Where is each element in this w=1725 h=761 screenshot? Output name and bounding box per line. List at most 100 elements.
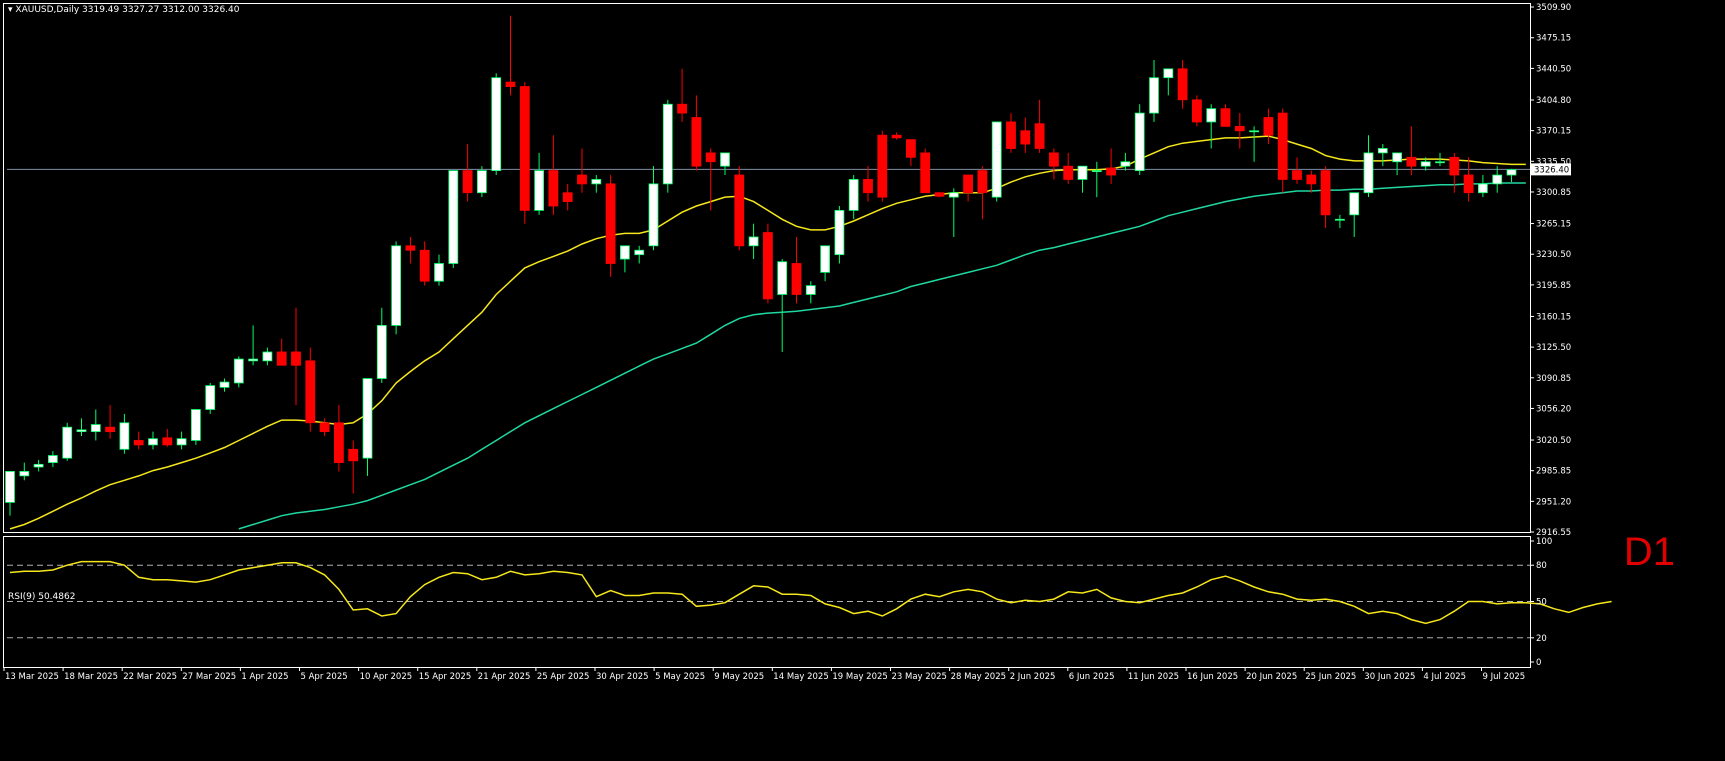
candle bbox=[763, 223, 773, 304]
candle-body bbox=[462, 170, 473, 194]
candle-body bbox=[119, 422, 130, 450]
candle-body bbox=[1034, 123, 1045, 149]
candle bbox=[233, 356, 244, 388]
candle bbox=[62, 422, 73, 461]
price-tick-label: 3056.20 bbox=[1536, 404, 1571, 414]
price-tick-label: 3160.15 bbox=[1536, 312, 1571, 322]
candle-body bbox=[1506, 169, 1517, 176]
date-tick-label: 18 Mar 2025 bbox=[64, 672, 118, 682]
candle-body bbox=[863, 179, 873, 194]
candle-body bbox=[434, 263, 444, 282]
candle-body bbox=[176, 438, 187, 446]
price-chart[interactable]: 3509.903475.153440.503404.803370.153335.… bbox=[0, 0, 1725, 757]
price-tick-label: 2985.85 bbox=[1536, 467, 1571, 477]
candle-body bbox=[591, 179, 602, 185]
rsi-tick-label: 50 bbox=[1536, 598, 1547, 608]
date-tick-label: 15 Apr 2025 bbox=[419, 672, 472, 682]
candle-body bbox=[1163, 68, 1174, 79]
candle-body bbox=[720, 152, 730, 167]
candle bbox=[491, 73, 502, 176]
candle-body bbox=[620, 245, 630, 260]
candle-body bbox=[906, 139, 916, 158]
candle-body bbox=[1420, 161, 1431, 167]
candle-body bbox=[1463, 174, 1474, 194]
candle-body bbox=[1006, 121, 1016, 149]
candle-body bbox=[233, 358, 244, 384]
candle bbox=[734, 166, 745, 251]
candle-body bbox=[1435, 161, 1445, 164]
price-tick-label: 3300.85 bbox=[1536, 188, 1571, 198]
candle-body bbox=[391, 245, 402, 326]
candle-body bbox=[1306, 174, 1317, 185]
price-tick-label: 3195.85 bbox=[1536, 281, 1571, 291]
price-tick-label: 3404.80 bbox=[1536, 96, 1571, 106]
candle-body bbox=[1377, 148, 1388, 154]
candle bbox=[605, 175, 616, 277]
date-tick-label: 21 Apr 2025 bbox=[478, 672, 531, 682]
candle-body bbox=[891, 134, 902, 139]
price-tick-label: 3475.15 bbox=[1536, 34, 1571, 44]
price-tick-label: 3440.50 bbox=[1536, 64, 1571, 74]
candle-body bbox=[348, 448, 359, 462]
price-tick-label: 3509.90 bbox=[1536, 3, 1571, 13]
candle bbox=[391, 241, 402, 335]
candle-body bbox=[1020, 130, 1031, 145]
candle-body bbox=[1063, 165, 1074, 180]
candle-body bbox=[405, 245, 416, 251]
candle-body bbox=[1120, 161, 1131, 167]
candle-body bbox=[691, 117, 702, 167]
rsi-tick-label: 20 bbox=[1536, 634, 1547, 644]
candle-body bbox=[948, 192, 959, 198]
candle-body bbox=[1192, 99, 1202, 123]
candle-body bbox=[219, 381, 230, 388]
date-tick-label: 5 May 2025 bbox=[655, 672, 705, 682]
candle bbox=[662, 99, 673, 193]
candle-body bbox=[190, 409, 201, 441]
candle-body bbox=[634, 249, 645, 256]
candle-body bbox=[476, 170, 487, 194]
price-tick-label: 3265.15 bbox=[1536, 220, 1571, 230]
candle-body bbox=[548, 170, 559, 207]
candle-body bbox=[534, 170, 544, 211]
candle bbox=[991, 121, 1002, 202]
candle-body bbox=[877, 134, 888, 198]
date-tick-label: 16 Jun 2025 bbox=[1187, 672, 1238, 682]
date-tick-label: 11 Jun 2025 bbox=[1128, 672, 1179, 682]
candle-body bbox=[62, 426, 73, 459]
candle-body bbox=[963, 174, 973, 194]
candle-body bbox=[133, 440, 144, 446]
candle-body bbox=[777, 261, 788, 295]
candle-body bbox=[1363, 152, 1374, 194]
date-tick-label: 5 Apr 2025 bbox=[301, 672, 348, 682]
candle bbox=[834, 205, 845, 264]
candle-body bbox=[48, 455, 58, 463]
candle-body bbox=[648, 183, 659, 247]
candle-body bbox=[1449, 156, 1460, 176]
candle-body bbox=[162, 437, 173, 446]
price-tick-label: 3090.85 bbox=[1536, 374, 1571, 384]
candle-body bbox=[705, 152, 716, 163]
candle-body bbox=[934, 192, 945, 197]
candle-body bbox=[105, 426, 115, 433]
candle-body bbox=[248, 358, 259, 362]
date-tick-label: 30 Apr 2025 bbox=[596, 672, 649, 682]
candle bbox=[476, 166, 487, 198]
candle-body bbox=[991, 121, 1002, 198]
candle bbox=[448, 170, 459, 268]
date-tick-label: 30 Jun 2025 bbox=[1364, 672, 1415, 682]
dropdown-triangle-icon[interactable]: ▾ bbox=[8, 5, 13, 15]
candle-body bbox=[920, 152, 931, 194]
candle bbox=[877, 130, 888, 202]
price-tick-label: 2951.20 bbox=[1536, 497, 1571, 507]
candle-body bbox=[1134, 112, 1145, 172]
candle-body bbox=[748, 236, 759, 247]
candle-body bbox=[1049, 152, 1059, 167]
date-tick-label: 25 Apr 2025 bbox=[537, 672, 590, 682]
price-tick-label: 3230.50 bbox=[1536, 250, 1571, 260]
symbol-ohlc-text: XAUUSD,Daily 3319.49 3327.27 3312.00 332… bbox=[15, 5, 240, 15]
candle-body bbox=[1234, 125, 1245, 132]
candle-body bbox=[763, 232, 773, 300]
candle-body bbox=[262, 351, 273, 362]
candle-body bbox=[1478, 183, 1488, 194]
candle-body bbox=[5, 471, 15, 503]
